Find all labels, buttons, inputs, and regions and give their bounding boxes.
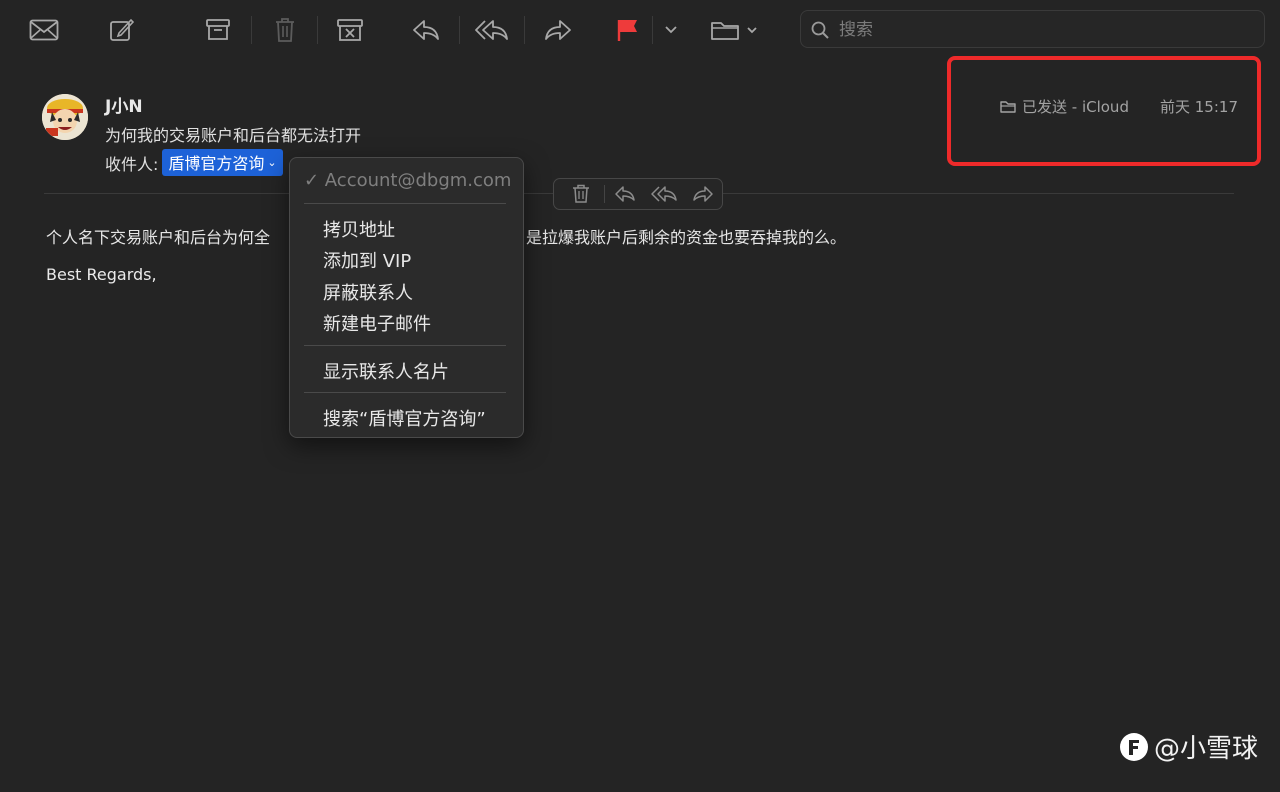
subject: 为何我的交易账户和后台都无法打开 [105, 126, 362, 145]
menu-item-new-email[interactable]: 新建电子邮件 [323, 310, 431, 336]
body-text-end: 是拉爆我账户后剩余的资金也要吞掉我的么。 [526, 228, 847, 247]
recipient-context-menu: ✓ Account@dbgm.com 拷贝地址 添加到 VIP 屏蔽联系人 新建… [289, 157, 524, 438]
message-hover-actions [553, 178, 723, 210]
search-icon [811, 21, 829, 39]
annotation-highlight-box [947, 56, 1261, 166]
sender-name[interactable]: J小N [105, 92, 143, 117]
recipient-row: 收件人: 盾博官方咨询 ⌄ [105, 149, 283, 176]
trash-icon[interactable] [572, 184, 590, 204]
archive-icon[interactable] [203, 12, 233, 48]
body-regards: Best Regards, [46, 265, 157, 284]
menu-item-account: ✓ Account@dbgm.com [304, 170, 512, 191]
menu-item-copy-address[interactable]: 拷贝地址 [323, 216, 395, 242]
flag-menu-chevron-icon[interactable] [662, 12, 680, 48]
body-text-start: 个人名下交易账户和后台为何全 [46, 228, 271, 247]
menu-item-show-contact-card[interactable]: 显示联系人名片 [323, 358, 449, 384]
to-label: 收件人: [105, 154, 159, 174]
recipient-name: 盾博官方咨询 [168, 154, 265, 173]
watermark-text: @小雪球 [1154, 734, 1259, 764]
envelope-icon[interactable] [26, 12, 62, 48]
toolbar [0, 0, 1280, 60]
menu-item-block-contact[interactable]: 屏蔽联系人 [323, 279, 413, 305]
forward-icon[interactable] [692, 184, 714, 204]
flag-icon[interactable] [614, 12, 642, 48]
menu-item-add-vip[interactable]: 添加到 VIP [323, 247, 411, 273]
reply-all-icon[interactable] [474, 12, 510, 48]
trash-icon[interactable] [270, 12, 300, 48]
snowball-logo-icon [1120, 732, 1148, 761]
menu-item-search-recipient[interactable]: 搜索“盾博官方咨询” [323, 405, 486, 431]
watermark: @小雪球 [1120, 728, 1258, 765]
junk-icon[interactable] [334, 12, 366, 48]
recipient-token[interactable]: 盾博官方咨询 ⌄ [162, 149, 283, 176]
folder-icon[interactable] [708, 12, 762, 48]
search-input[interactable] [837, 15, 1251, 45]
search-field[interactable] [800, 10, 1265, 48]
reply-icon[interactable] [614, 184, 636, 204]
chevron-down-icon: ⌄ [267, 155, 277, 169]
reply-icon[interactable] [410, 12, 442, 48]
forward-icon[interactable] [542, 12, 574, 48]
avatar [42, 94, 88, 140]
compose-icon[interactable] [106, 12, 138, 48]
